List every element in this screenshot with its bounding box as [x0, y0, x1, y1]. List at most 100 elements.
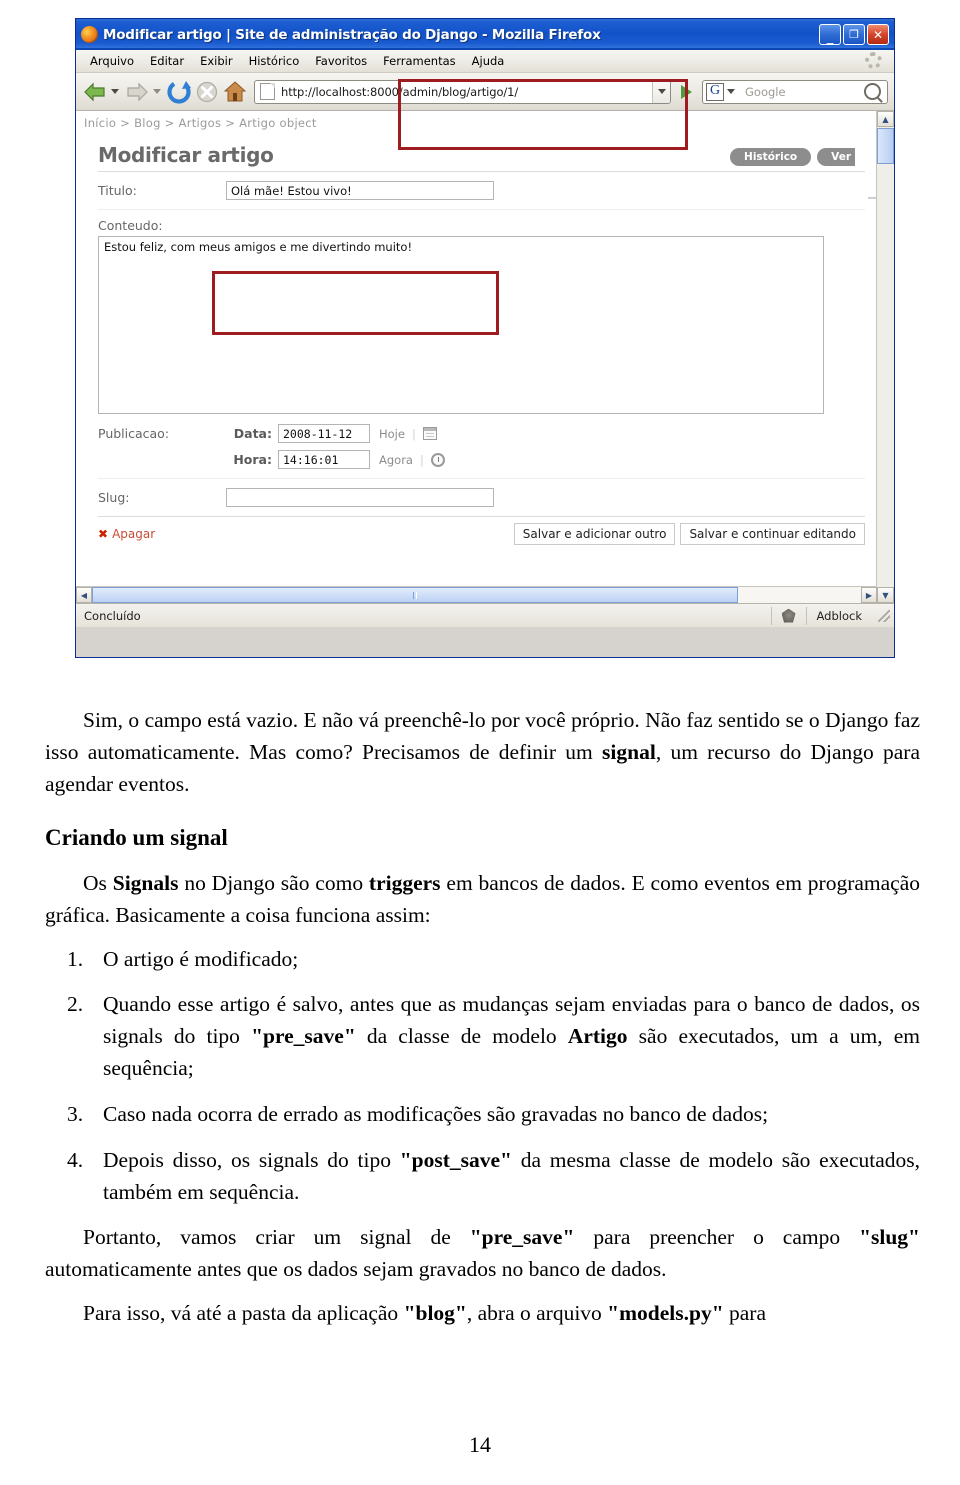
search-engine-caret-icon[interactable]	[727, 89, 735, 94]
para4-part-b: , abra o arquivo	[466, 1300, 608, 1325]
back-history-caret-icon[interactable]	[111, 89, 119, 94]
stop-button[interactable]	[194, 79, 220, 105]
menu-favoritos[interactable]: Favoritos	[307, 53, 375, 69]
thumb-grip-icon	[412, 591, 417, 599]
vertical-scroll-thumb[interactable]	[877, 128, 894, 164]
slug-input[interactable]	[226, 488, 494, 507]
menu-ferramentas[interactable]: Ferramentas	[375, 53, 463, 69]
publicacao-label: Publicacao:	[98, 426, 170, 441]
maximize-button[interactable]: ❐	[843, 24, 865, 45]
textarea-resize-handle[interactable]	[868, 197, 876, 199]
status-text: Concluído	[84, 608, 141, 623]
back-button[interactable]	[82, 79, 108, 105]
item2-part-b: da classe de modelo	[355, 1024, 568, 1049]
firefox-logo-icon	[81, 26, 98, 43]
page-number: 14	[469, 1432, 491, 1457]
menu-exibir[interactable]: Exibir	[192, 53, 241, 69]
para3-part-a: Portanto, vamos criar um signal de	[83, 1225, 470, 1250]
breadcrumb[interactable]: Início > Blog > Artigos > Artigo object	[76, 111, 877, 135]
history-button[interactable]: Histórico	[730, 148, 812, 166]
menu-bar: Arquivo Editar Exibir Histórico Favorito…	[76, 50, 894, 73]
navigation-toolbar: http://localhost:8000/admin/blog/artigo/…	[76, 73, 894, 111]
window-titlebar: Modificar artigo | Site de administração…	[76, 19, 894, 50]
go-button[interactable]	[674, 80, 698, 104]
hora-input[interactable]: 14:16:01	[278, 450, 370, 469]
stop-icon	[196, 81, 218, 102]
data-label: Data:	[233, 426, 272, 441]
horizontal-scroll-track[interactable]	[92, 587, 861, 603]
window-resize-grip[interactable]	[878, 609, 890, 622]
home-button[interactable]	[222, 79, 248, 105]
data-input[interactable]: 2008-11-12	[278, 424, 370, 443]
calendar-icon[interactable]	[422, 427, 437, 440]
search-icon[interactable]	[864, 83, 881, 100]
clock-icon[interactable]	[430, 452, 445, 467]
back-arrow-icon	[84, 82, 105, 101]
scroll-left-button[interactable]: ◀	[76, 587, 92, 603]
url-text: http://localhost:8000/admin/blog/artigo/…	[281, 84, 519, 99]
reload-icon	[167, 79, 191, 104]
view-on-site-button[interactable]: Ver	[817, 148, 855, 166]
menu-ajuda[interactable]: Ajuda	[464, 53, 513, 69]
adblock-icon	[781, 608, 796, 623]
para1-bold-signal: signal	[602, 739, 656, 764]
time-line: Hora: 14:16:01 Agora |	[226, 450, 445, 469]
hora-label: Hora:	[233, 452, 272, 467]
conteudo-textarea[interactable]: Estou feliz, com meus amigos e me divert…	[98, 236, 824, 414]
horizontal-scrollbar[interactable]: ◀ ▶	[76, 586, 877, 603]
para2-bold-signals: Signals	[112, 871, 179, 896]
adblock-status-icon-cell[interactable]	[770, 606, 806, 625]
reload-button[interactable]	[166, 79, 192, 105]
list-item-3: 3. Caso nada ocorra de errado as modifica…	[45, 1099, 920, 1131]
section-heading: Criando um signal	[45, 825, 228, 851]
google-engine-icon[interactable]: G	[706, 82, 724, 101]
list-item-1-text: O artigo é modificado;	[103, 946, 299, 971]
list-item-1-number: 1.	[67, 946, 84, 971]
django-admin-page: Início > Blog > Artigos > Artigo object …	[76, 111, 877, 587]
titulo-input[interactable]: Olá mãe! Estou vivo!	[226, 181, 494, 200]
horizontal-scroll-thumb[interactable]	[92, 587, 738, 603]
minimize-button[interactable]: _	[819, 24, 841, 45]
para3-part-c: automaticamente antes que os dados sejam…	[45, 1257, 667, 1282]
vertical-scrollbar[interactable]: ▲ ▼	[876, 111, 894, 603]
paragraph-para-isso: Para isso, vá até a pasta da aplicação "…	[45, 1298, 920, 1330]
now-link[interactable]: Agora	[379, 453, 413, 467]
menu-historico[interactable]: Histórico	[241, 53, 308, 69]
list-item-2: 2. Quando esse artigo é salvo, antes que …	[45, 989, 920, 1084]
forward-history-caret-icon[interactable]	[153, 89, 161, 94]
save-and-add-another-button[interactable]: Salvar e adicionar outro	[513, 523, 676, 545]
save-and-continue-button[interactable]: Salvar e continuar editando	[680, 523, 865, 545]
today-link[interactable]: Hoje	[379, 427, 405, 441]
document-body: Sim, o campo está vazio. E não vá preenc…	[45, 705, 920, 1342]
forward-button[interactable]	[124, 79, 150, 105]
page-icon	[260, 83, 275, 100]
publicacao-fields: Data: 2008-11-12 Hoje | Hora: 14:16:01 A…	[226, 424, 445, 469]
item4-part-a: Depois disso, os signals do tipo	[103, 1147, 400, 1172]
list-item-3-text: Caso nada ocorra de errado as modificaçõ…	[103, 1101, 769, 1126]
firefox-browser-window: Modificar artigo | Site de administração…	[75, 18, 895, 658]
menu-editar[interactable]: Editar	[142, 53, 192, 69]
url-bar[interactable]: http://localhost:8000/admin/blog/artigo/…	[254, 79, 671, 104]
para4-bold-blog: "blog"	[403, 1300, 467, 1325]
scroll-up-button[interactable]: ▲	[877, 111, 894, 127]
para2-part-a: Os	[83, 871, 113, 896]
maximize-icon: ❐	[849, 28, 859, 41]
forward-arrow-icon	[127, 82, 148, 101]
form-row-slug: Slug:	[98, 479, 865, 516]
adblock-status-cell[interactable]: Adblock	[805, 606, 872, 625]
para3-bold-slug: "slug"	[859, 1225, 920, 1250]
home-icon	[223, 80, 247, 101]
close-button[interactable]: ✕	[867, 24, 889, 45]
url-dropdown-button[interactable]	[652, 80, 670, 103]
throbber-icon	[865, 52, 882, 69]
search-input[interactable]: Google	[745, 85, 864, 99]
minimize-icon: _	[826, 29, 834, 45]
go-arrow-icon	[680, 84, 692, 99]
admin-content: Modificar artigo Histórico Ver Titulo: O…	[76, 143, 877, 551]
delete-button[interactable]: ✖ Apagar	[98, 527, 155, 541]
window-controls: _ ❐ ✕	[819, 24, 889, 45]
scroll-down-button[interactable]: ▼	[877, 587, 894, 603]
menu-arquivo[interactable]: Arquivo	[82, 53, 142, 69]
search-bar[interactable]: G Google	[702, 79, 888, 104]
scroll-right-button[interactable]: ▶	[861, 587, 877, 603]
